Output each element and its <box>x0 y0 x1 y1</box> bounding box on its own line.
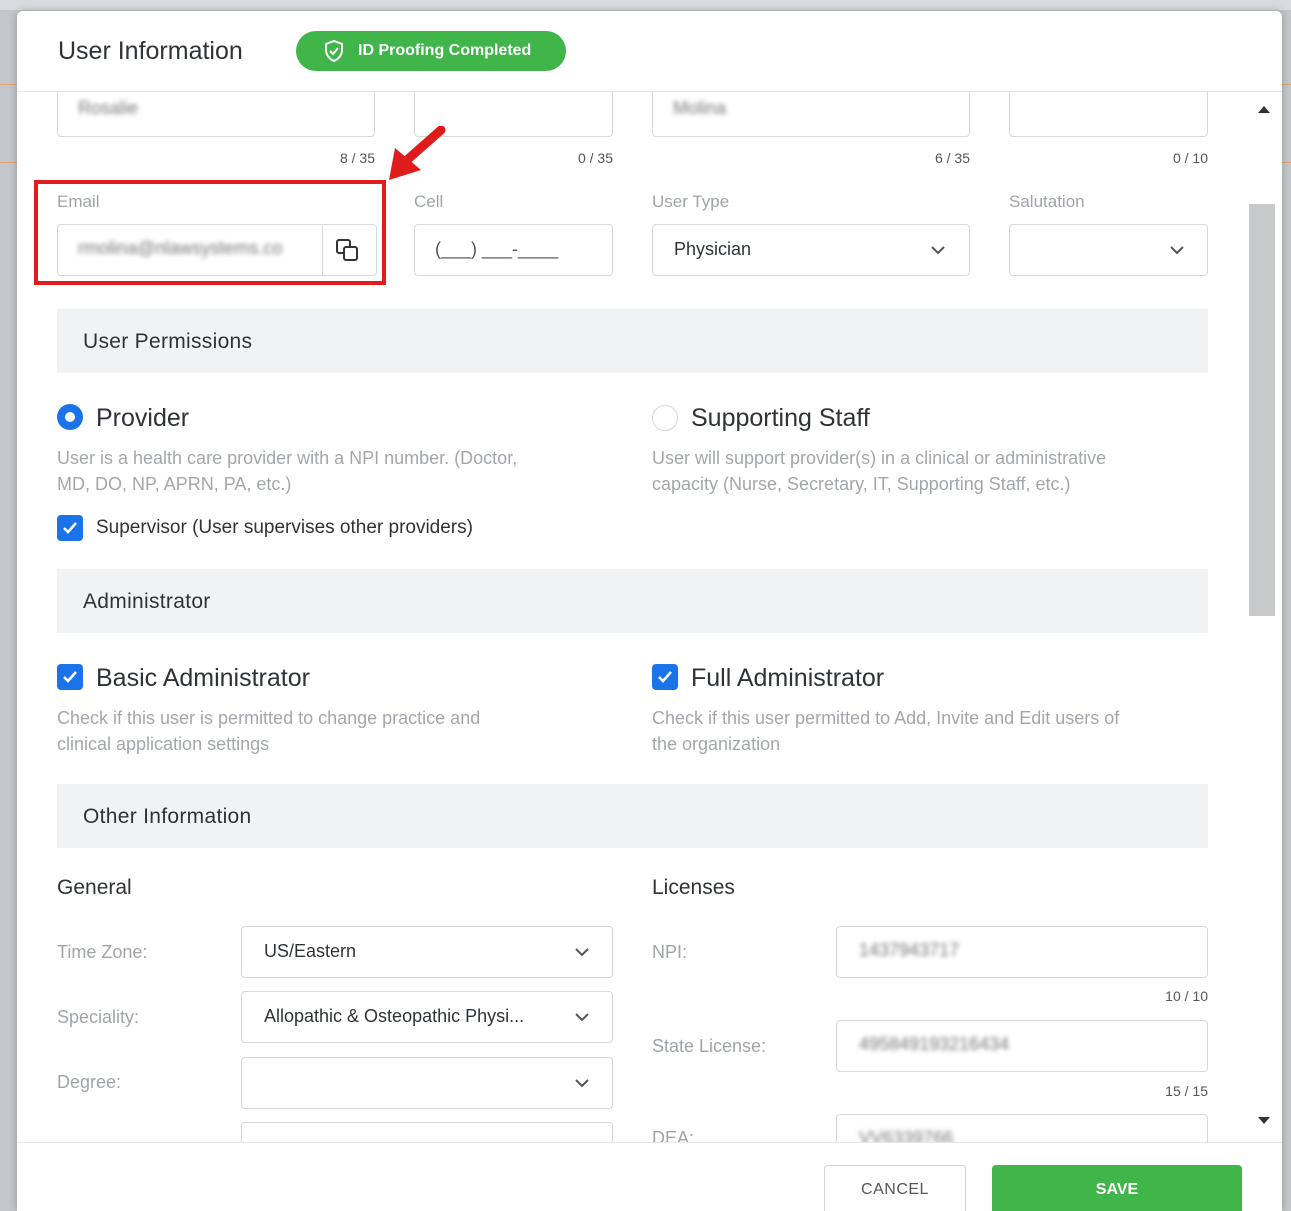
supporting-staff-label: Supporting Staff <box>691 404 870 432</box>
modal-footer: CANCEL SAVE <box>17 1142 1282 1211</box>
suffix-counter: 0 / 10 <box>1172 150 1208 166</box>
cell-input[interactable]: (___) ___-____ <box>414 224 613 276</box>
section-title: Other Information <box>83 805 252 828</box>
suffix-input[interactable] <box>1009 92 1208 137</box>
section-title: Administrator <box>83 590 211 613</box>
basic-administrator-desc-line1: Check if this user is permitted to chang… <box>57 708 481 728</box>
basic-administrator-desc-line2: clinical application settings <box>57 734 270 754</box>
check-icon <box>63 671 77 683</box>
speciality-select[interactable]: Allopathic & Osteopathic Physi... <box>241 991 613 1043</box>
last-name-counter: 6 / 35 <box>934 150 970 166</box>
email-highlight-box <box>34 180 386 285</box>
user-permissions-header: User Permissions <box>57 309 1208 373</box>
chevron-down-icon <box>931 246 945 255</box>
first-name-input[interactable]: Rosalie <box>57 92 375 137</box>
shield-check-icon <box>324 40 344 62</box>
modal-title: User Information <box>58 37 243 65</box>
speciality-label: Speciality: <box>57 1007 140 1027</box>
full-administrator-label: Full Administrator <box>691 664 885 692</box>
timezone-label: Time Zone: <box>57 942 148 962</box>
basic-administrator-label: Basic Administrator <box>96 664 310 692</box>
cell-placeholder: (___) ___-____ <box>435 239 559 259</box>
chevron-down-icon <box>575 948 589 957</box>
supporting-staff-desc-line2: capacity (Nurse, Secretary, IT, Supporti… <box>652 474 1071 494</box>
check-icon <box>658 671 672 683</box>
scroll-down-arrow-icon[interactable] <box>1257 1116 1271 1126</box>
badge-label: ID Proofing Completed <box>358 42 532 59</box>
user-type-select[interactable]: Physician <box>652 224 970 276</box>
chevron-down-icon <box>575 1079 589 1088</box>
provider-radio[interactable] <box>57 404 83 430</box>
id-proofing-badge: ID Proofing Completed <box>296 31 566 71</box>
last-name-input[interactable]: Molina <box>652 92 970 137</box>
basic-administrator-checkbox[interactable] <box>57 664 83 690</box>
full-administrator-checkbox[interactable] <box>652 664 678 690</box>
npi-counter: 10 / 10 <box>1165 988 1208 1004</box>
next-field-partial[interactable] <box>241 1122 613 1142</box>
licenses-title: Licenses <box>652 876 735 899</box>
full-administrator-desc-line2: the organization <box>652 734 781 754</box>
supporting-staff-desc-line1: User will support provider(s) in a clini… <box>652 448 1107 468</box>
provider-desc-line1: User is a health care provider with a NP… <box>57 448 518 468</box>
dea-input[interactable]: VV6339766 <box>836 1114 1208 1142</box>
salutation-select[interactable] <box>1009 224 1208 276</box>
background-divider <box>0 84 17 85</box>
section-title: User Permissions <box>83 330 253 353</box>
npi-value: 1437943717 <box>859 940 960 960</box>
full-administrator-desc-line1: Check if this user permitted to Add, Inv… <box>652 708 1120 728</box>
save-button[interactable]: SAVE <box>992 1165 1242 1211</box>
background-divider <box>0 162 17 163</box>
cell-label: Cell <box>414 192 444 211</box>
chevron-down-icon <box>575 1013 589 1022</box>
npi-input[interactable]: 1437943717 <box>836 926 1208 978</box>
state-license-label: State License: <box>652 1036 767 1056</box>
degree-label: Degree: <box>57 1072 122 1092</box>
supervisor-checkbox[interactable] <box>57 515 83 541</box>
dea-label: DEA: <box>652 1128 695 1142</box>
timezone-value: US/Eastern <box>264 941 357 961</box>
state-license-value: 495849193216434 <box>859 1034 1010 1054</box>
supporting-staff-radio[interactable] <box>652 405 678 431</box>
user-type-value: Physician <box>674 239 752 259</box>
first-name-counter: 8 / 35 <box>339 150 375 166</box>
scroll-up-arrow-icon[interactable] <box>1257 104 1271 114</box>
salutation-label: Salutation <box>1009 192 1085 211</box>
scrollbar-thumb[interactable] <box>1249 204 1275 616</box>
provider-label: Provider <box>96 404 190 432</box>
last-name-value: Molina <box>673 98 727 118</box>
timezone-select[interactable]: US/Eastern <box>241 926 613 978</box>
npi-label: NPI: <box>652 942 688 962</box>
red-arrow-annotation <box>389 126 446 180</box>
supervisor-label: Supervisor (User supervises other provid… <box>96 517 473 538</box>
administrator-header: Administrator <box>57 569 1208 633</box>
degree-select[interactable] <box>241 1057 613 1109</box>
check-icon <box>63 522 77 534</box>
cancel-button[interactable]: CANCEL <box>824 1165 966 1211</box>
background-header-strip <box>0 0 1291 10</box>
modal-header: User Information ID Proofing Completed <box>17 11 1282 92</box>
state-license-counter: 15 / 15 <box>1165 1083 1208 1099</box>
provider-desc-line2: MD, DO, NP, APRN, PA, etc.) <box>57 474 292 494</box>
chevron-down-icon <box>1170 246 1184 255</box>
dea-value: VV6339766 <box>859 1128 954 1142</box>
user-type-label: User Type <box>652 192 730 211</box>
background-divider <box>1282 84 1291 85</box>
general-title: General <box>57 876 132 899</box>
other-information-header: Other Information <box>57 784 1208 848</box>
middle-name-counter: 0 / 35 <box>577 150 613 166</box>
speciality-value: Allopathic & Osteopathic Physi... <box>264 1006 525 1026</box>
background-divider <box>1282 162 1291 163</box>
first-name-value: Rosalie <box>78 98 139 118</box>
state-license-input[interactable]: 495849193216434 <box>836 1020 1208 1072</box>
